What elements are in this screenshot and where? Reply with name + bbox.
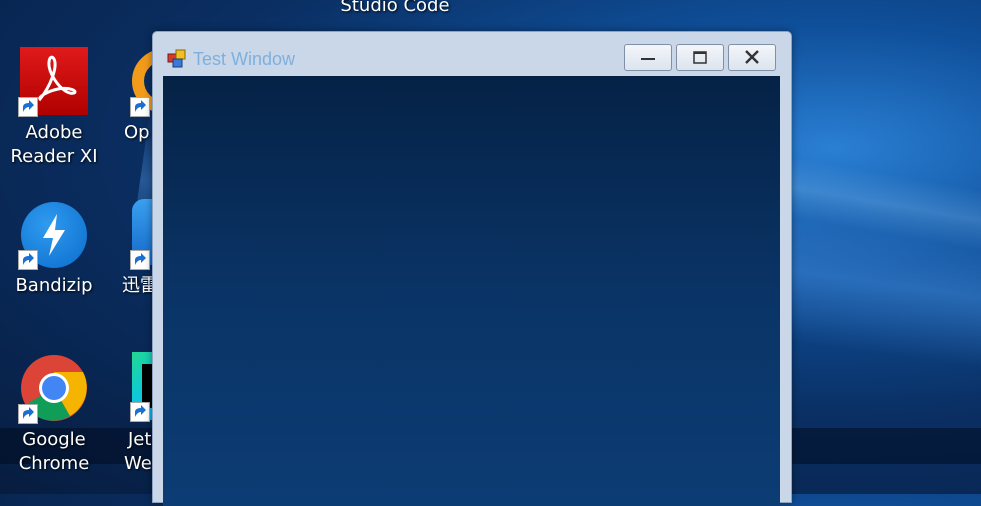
close-button[interactable] [728,44,776,71]
close-icon [745,50,759,64]
shortcut-arrow-icon [130,402,150,422]
shortcut-arrow-icon [130,250,150,270]
desktop-icon-label: Chrome [18,453,90,474]
maximize-icon [693,51,707,64]
desktop-icon-label: Adobe [25,122,83,143]
shortcut-arrow-icon [18,250,38,270]
desktop-icon-label: Reader XI [10,146,98,167]
desktop-icon-label: Google [22,429,86,450]
desktop-icon-label-partial: Studio Code [340,0,450,16]
shortcut-arrow-icon [18,404,38,424]
desktop-icon-bandizip[interactable]: Bandizip [10,200,98,300]
desktop-icon-google-chrome[interactable]: Google Chrome [10,352,98,482]
desktop-icon-adobe-reader[interactable]: Adobe Reader XI [10,45,98,175]
minimize-icon [641,58,655,60]
window-app-icon [167,49,187,69]
test-window[interactable]: Test Window [152,31,792,506]
window-title: Test Window [193,49,296,69]
maximize-button[interactable] [676,44,724,71]
shortcut-arrow-icon [18,97,38,117]
window-titlebar[interactable]: Test Window [153,32,791,76]
window-client-area[interactable] [163,76,780,506]
desktop-icon-label: Bandizip [15,275,93,296]
minimize-button[interactable] [624,44,672,71]
shortcut-arrow-icon [130,97,150,117]
